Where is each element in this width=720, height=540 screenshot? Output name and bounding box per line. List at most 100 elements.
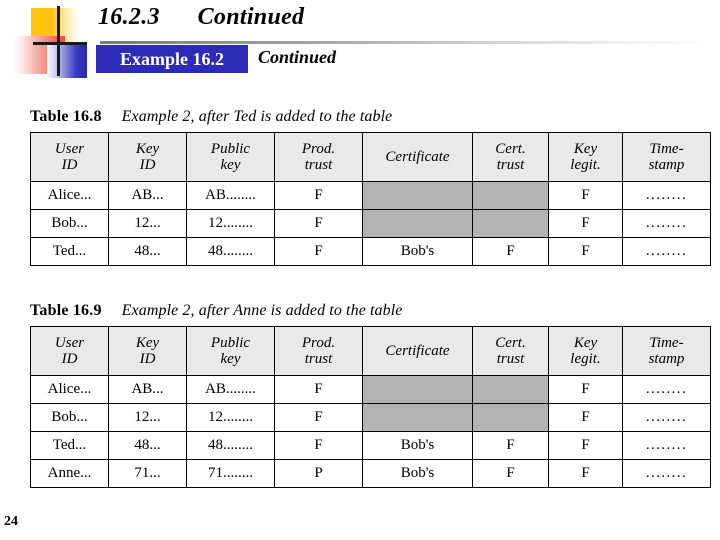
cell-public-key: AB........ <box>186 375 275 404</box>
column-header-line1: User <box>54 334 85 351</box>
column-header-user-id: User ID <box>30 132 109 182</box>
cell-cert-trust <box>472 209 549 238</box>
column-header-cert-trust: Cert. trust <box>472 132 549 182</box>
table-block-16-8: Table 16.8 Example 2, after Ted is added… <box>30 108 711 266</box>
cell-key-id: 48... <box>108 431 187 460</box>
table-header-row: User ID Key ID Public key Prod. trust Ce… <box>30 132 711 182</box>
table-caption-label: Table 16.9 <box>30 302 102 319</box>
cell-timestamp: ........ <box>622 459 711 488</box>
column-header-line2: stamp <box>648 157 685 173</box>
column-header-line2: stamp <box>648 351 685 367</box>
page-number: 24 <box>4 514 18 529</box>
column-header-line1: Time- <box>649 140 684 157</box>
cell-key-legit: F <box>548 459 623 488</box>
column-header-line2: legit. <box>570 351 601 367</box>
cell-user-id: Ted... <box>30 431 109 460</box>
column-header-key-legit: Key legit. <box>548 132 623 182</box>
logo-blue-square <box>47 42 87 78</box>
cell-prod-trust: F <box>274 181 363 210</box>
table-row: Bob... 12... 12........ F F ........ <box>30 403 711 432</box>
column-header-prod-trust: Prod. trust <box>274 132 363 182</box>
cell-key-id: AB... <box>108 181 187 210</box>
cell-key-legit: F <box>548 181 623 210</box>
cell-cert-trust <box>472 375 549 404</box>
column-header-line2: legit. <box>570 157 601 173</box>
column-header-line2: ID <box>61 351 78 367</box>
table-row: Bob... 12... 12........ F F ........ <box>30 209 711 238</box>
column-header-line1: Key <box>135 334 160 351</box>
column-header-line2: key <box>220 351 241 367</box>
logo-horizontal-rule <box>33 42 87 45</box>
column-header-line2: trust <box>304 157 333 173</box>
column-header-line2: trust <box>304 351 333 367</box>
cell-key-legit: F <box>548 431 623 460</box>
cell-user-id: Alice... <box>30 375 109 404</box>
cell-certificate: Bob's <box>362 431 473 460</box>
example-banner: Example 16.2 <box>96 45 248 73</box>
cell-certificate: Bob's <box>362 459 473 488</box>
cell-key-legit: F <box>548 403 623 432</box>
cell-timestamp: ........ <box>622 375 711 404</box>
column-header-prod-trust: Prod. trust <box>274 326 363 376</box>
column-header-line1: Cert. <box>495 334 526 351</box>
table-body: Alice... AB... AB........ F F ........ B… <box>30 181 711 266</box>
cell-key-id: AB... <box>108 375 187 404</box>
example-continued-label: Continued <box>258 47 337 67</box>
column-header-certificate: Certificate <box>362 326 473 376</box>
column-header-line1: Time- <box>649 334 684 351</box>
cell-cert-trust <box>472 181 549 210</box>
cell-key-legit: F <box>548 237 623 266</box>
table-header-row: User ID Key ID Public key Prod. trust Ce… <box>30 326 711 376</box>
column-header-line1: Key <box>573 334 598 351</box>
column-header-certificate: Certificate <box>362 132 473 182</box>
cell-certificate <box>362 403 473 432</box>
cell-timestamp: ........ <box>622 403 711 432</box>
column-header-line2: Certificate <box>385 148 450 165</box>
cell-cert-trust: F <box>472 431 549 460</box>
cell-cert-trust <box>472 403 549 432</box>
page-title: 16.2.3 Continued <box>98 4 305 30</box>
cell-certificate <box>362 375 473 404</box>
cell-key-id: 12... <box>108 403 187 432</box>
column-header-line2: Certificate <box>385 342 450 359</box>
cell-public-key: 71........ <box>186 459 275 488</box>
cell-key-id: 48... <box>108 237 187 266</box>
table-caption-text: Example 2, after Ted is added to the tab… <box>121 108 393 125</box>
cell-prod-trust: F <box>274 403 363 432</box>
column-header-timestamp: Time- stamp <box>622 132 711 182</box>
logo-vertical-rule <box>57 6 60 76</box>
column-header-user-id: User ID <box>30 326 109 376</box>
cell-prod-trust: F <box>274 375 363 404</box>
column-header-line2: trust <box>496 157 525 173</box>
cell-cert-trust: F <box>472 459 549 488</box>
cell-user-id: Alice... <box>30 181 109 210</box>
table-row: Alice... AB... AB........ F F ........ <box>30 181 711 210</box>
table-row: Anne... 71... 71........ P Bob's F F ...… <box>30 459 711 488</box>
cell-public-key: 12........ <box>186 209 275 238</box>
cell-prod-trust: P <box>274 459 363 488</box>
column-header-public-key: Public key <box>186 132 275 182</box>
cell-prod-trust: F <box>274 431 363 460</box>
column-header-line1: Public <box>210 140 251 157</box>
table-row: Ted... 48... 48........ F Bob's F F ....… <box>30 431 711 460</box>
cell-public-key: 48........ <box>186 431 275 460</box>
cell-cert-trust: F <box>472 237 549 266</box>
column-header-line2: trust <box>496 351 525 367</box>
cell-public-key: AB........ <box>186 181 275 210</box>
cell-timestamp: ........ <box>622 431 711 460</box>
column-header-line2: ID <box>139 351 156 367</box>
column-header-line2: key <box>220 157 241 173</box>
cell-timestamp: ........ <box>622 237 711 266</box>
slide-header: 16.2.3 Continued Example 16.2 Continued <box>0 0 720 92</box>
column-header-line2: ID <box>139 157 156 173</box>
column-header-line1: User <box>54 140 85 157</box>
header-divider <box>100 41 712 44</box>
column-header-line1: Prod. <box>301 140 336 157</box>
column-header-line1: Public <box>210 334 251 351</box>
column-header-line1: Prod. <box>301 334 336 351</box>
cell-certificate <box>362 181 473 210</box>
pgp-key-ring-table: User ID Key ID Public key Prod. trust Ce… <box>30 326 711 488</box>
column-header-key-legit: Key legit. <box>548 326 623 376</box>
column-header-line2: ID <box>61 157 78 173</box>
table-block-16-9: Table 16.9 Example 2, after Anne is adde… <box>30 302 711 488</box>
